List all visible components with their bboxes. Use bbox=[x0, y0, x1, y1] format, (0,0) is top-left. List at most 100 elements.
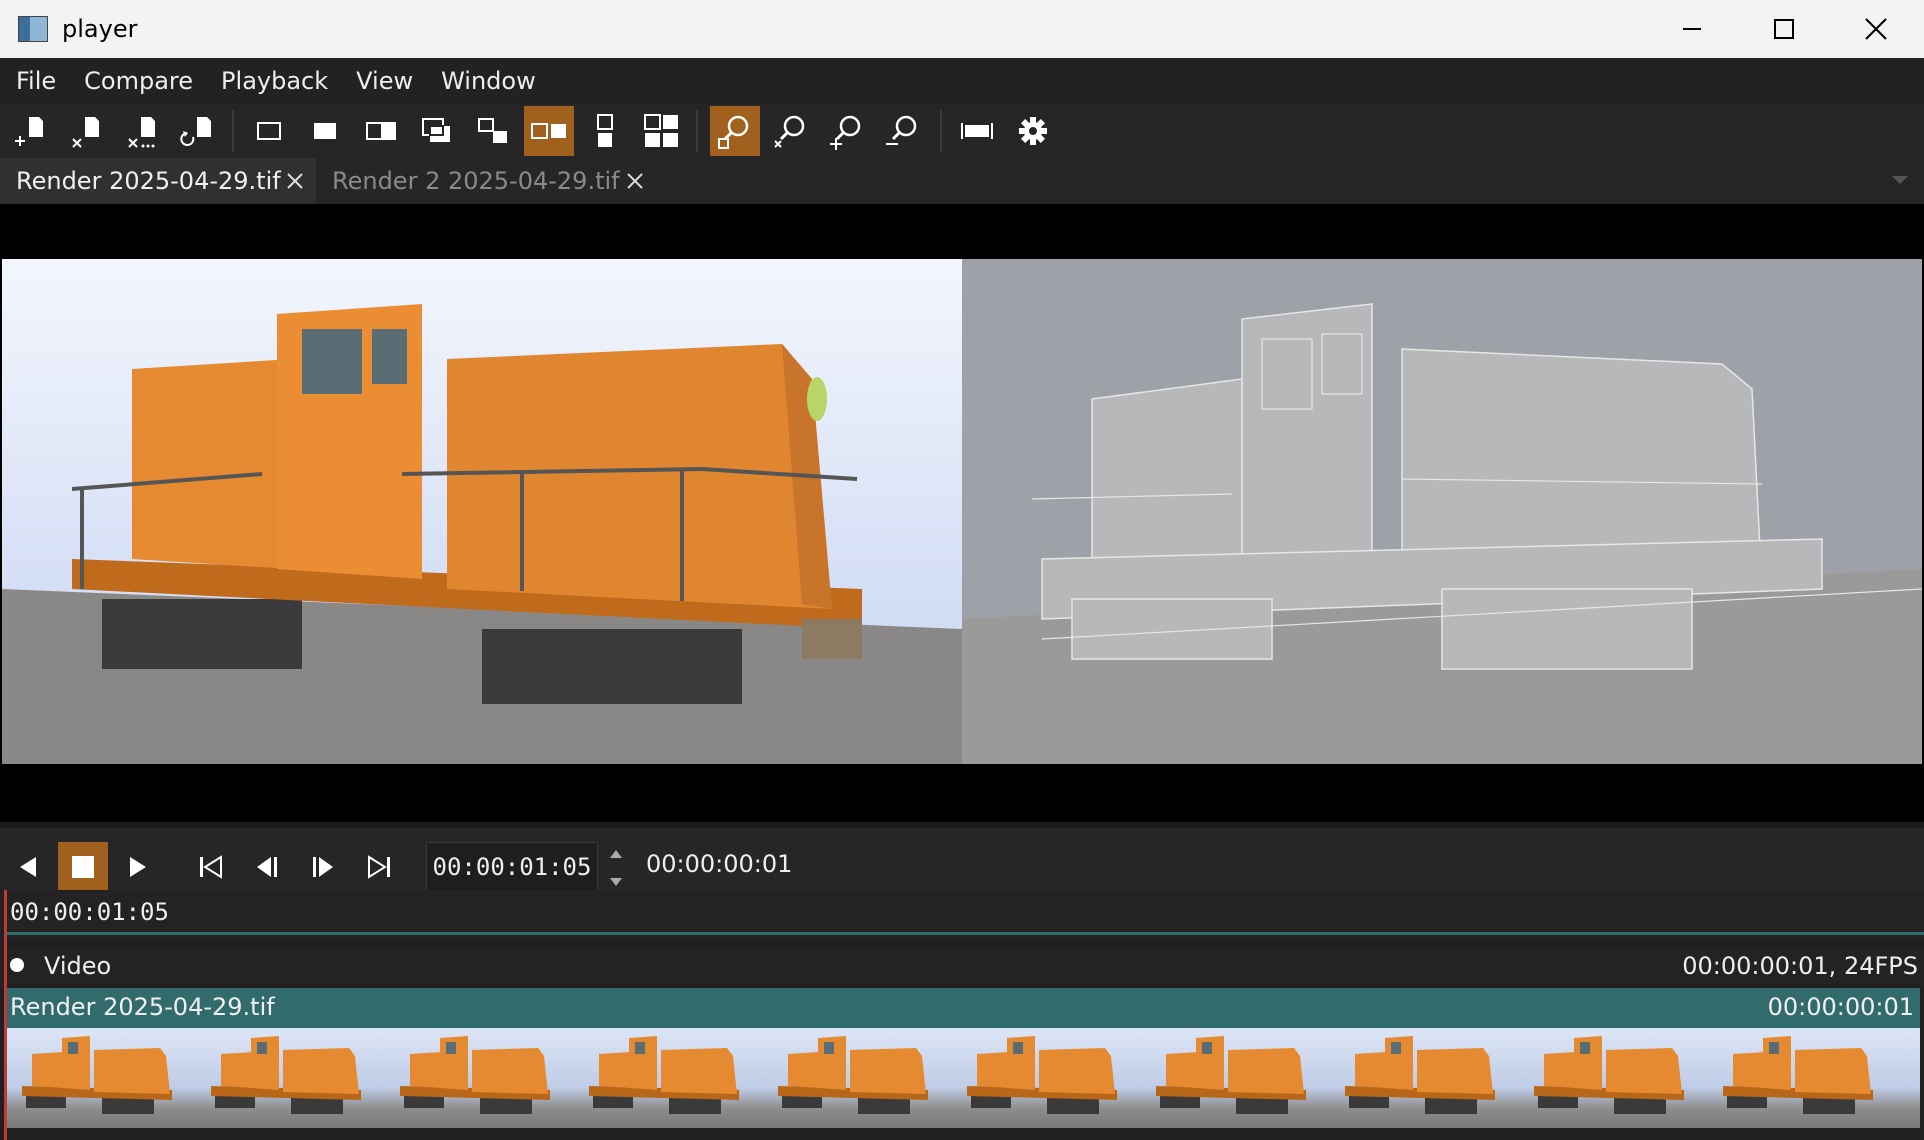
compare-b-icon bbox=[314, 123, 336, 139]
compare-tile-button[interactable] bbox=[636, 106, 686, 156]
clip-thumbnail bbox=[1146, 1028, 1335, 1128]
play-reverse-icon bbox=[20, 857, 36, 877]
timeline-panel[interactable]: 00:00:01:05 Video 00:00:00:01, 24FPS Ren… bbox=[0, 890, 1924, 1140]
toolbar-separator bbox=[696, 110, 698, 152]
zoom-out-icon bbox=[886, 115, 917, 145]
track-name: Video bbox=[44, 952, 112, 980]
clip-duration: 00:00:00:01 bbox=[1767, 993, 1914, 1021]
zoom-in-icon bbox=[830, 115, 861, 150]
app-icon bbox=[18, 16, 48, 42]
next-frame-button[interactable] bbox=[298, 842, 348, 892]
frame-view-button[interactable] bbox=[710, 106, 760, 156]
tab-close-button[interactable] bbox=[280, 166, 310, 196]
zoom-reset-icon bbox=[774, 115, 805, 148]
timeline-icon bbox=[961, 123, 993, 139]
reload-button[interactable] bbox=[172, 106, 222, 156]
title-bar: player bbox=[0, 0, 1924, 58]
clip-thumbnail bbox=[957, 1028, 1146, 1128]
viewer-panel-b bbox=[962, 259, 1922, 764]
ruler-line bbox=[4, 932, 1924, 935]
stepper-arrows-icon bbox=[610, 850, 622, 886]
toolbar bbox=[0, 104, 1924, 159]
tab-bar: Render 2025-04-29.tif Render 2 2025-04-2… bbox=[0, 158, 1924, 205]
menu-view[interactable]: View bbox=[342, 67, 427, 95]
zoom-reset-button[interactable] bbox=[766, 106, 816, 156]
locomotive-wireframe-image bbox=[962, 259, 1922, 764]
menu-compare[interactable]: Compare bbox=[70, 67, 207, 95]
go-to-end-button[interactable] bbox=[354, 842, 404, 892]
current-time-input[interactable]: 00:00:01:05 bbox=[426, 842, 598, 892]
timeline-clip[interactable]: Render 2025-04-29.tif 00:00:00:01 bbox=[4, 988, 1920, 1028]
open-file-button[interactable] bbox=[4, 106, 54, 156]
close-file-button[interactable] bbox=[60, 106, 110, 156]
tab-close-button[interactable] bbox=[620, 166, 650, 196]
menu-window[interactable]: Window bbox=[427, 67, 550, 95]
track-enabled-toggle[interactable] bbox=[10, 958, 24, 972]
window-title: player bbox=[62, 15, 138, 43]
go-to-start-button[interactable] bbox=[186, 842, 236, 892]
clip-thumbnail bbox=[201, 1028, 390, 1128]
compare-vertical-button[interactable] bbox=[580, 106, 630, 156]
close-file-icon bbox=[72, 117, 99, 148]
compare-a-button[interactable] bbox=[244, 106, 294, 156]
compare-horizontal-icon bbox=[531, 123, 566, 139]
clip-thumbnail bbox=[12, 1028, 201, 1128]
track-info: 00:00:00:01, 24FPS bbox=[1682, 952, 1918, 980]
clip-thumbnails bbox=[4, 1028, 1920, 1128]
chevron-down-icon bbox=[1892, 176, 1908, 184]
close-all-button[interactable] bbox=[116, 106, 166, 156]
maximize-button[interactable] bbox=[1738, 0, 1830, 58]
play-reverse-button[interactable] bbox=[4, 842, 54, 892]
locomotive-render-image bbox=[2, 259, 962, 764]
menu-file[interactable]: File bbox=[0, 67, 70, 95]
play-forward-button[interactable] bbox=[112, 842, 162, 892]
reload-icon bbox=[180, 117, 211, 146]
tab-render[interactable]: Render 2025-04-29.tif bbox=[0, 158, 316, 204]
playhead[interactable] bbox=[4, 890, 7, 1140]
compare-overlay-button[interactable] bbox=[412, 106, 462, 156]
stop-icon bbox=[72, 856, 94, 878]
close-icon bbox=[287, 173, 303, 189]
compare-b-button[interactable] bbox=[300, 106, 350, 156]
compare-wipe-icon bbox=[366, 122, 396, 140]
close-window-button[interactable] bbox=[1830, 0, 1922, 58]
close-icon bbox=[627, 173, 643, 189]
zoom-out-button[interactable] bbox=[878, 106, 928, 156]
toolbar-separator bbox=[232, 110, 234, 152]
settings-button[interactable] bbox=[1008, 106, 1058, 156]
compare-overlay-icon bbox=[422, 118, 450, 142]
viewer-panel-a bbox=[2, 259, 962, 764]
frame-back-icon bbox=[257, 857, 277, 877]
clip-thumbnail bbox=[390, 1028, 579, 1128]
timeline-toggle-button[interactable] bbox=[952, 106, 1002, 156]
track-header: Video 00:00:00:01, 24FPS bbox=[0, 946, 1924, 986]
transport-bar: 00:00:01:05 00:00:00:01 bbox=[0, 822, 1924, 892]
previous-frame-button[interactable] bbox=[242, 842, 292, 892]
minimize-button[interactable] bbox=[1646, 0, 1738, 58]
menu-playback[interactable]: Playback bbox=[207, 67, 342, 95]
clip-thumbnail bbox=[579, 1028, 768, 1128]
clip-thumbnail bbox=[1713, 1028, 1902, 1128]
clip-thumbnail bbox=[1335, 1028, 1524, 1128]
close-all-icon bbox=[128, 117, 155, 148]
compare-wipe-button[interactable] bbox=[356, 106, 406, 156]
frame-view-icon bbox=[718, 115, 749, 149]
open-file-icon bbox=[15, 117, 43, 146]
tab-list-button[interactable] bbox=[1890, 172, 1910, 192]
compare-tile-icon bbox=[644, 114, 678, 147]
zoom-in-button[interactable] bbox=[822, 106, 872, 156]
tab-label: Render 2025-04-29.tif bbox=[16, 167, 281, 195]
frame-forward-icon bbox=[313, 857, 333, 877]
compare-difference-button[interactable] bbox=[468, 106, 518, 156]
stop-button[interactable] bbox=[58, 842, 108, 892]
tab-render-2[interactable]: Render 2 2025-04-29.tif bbox=[318, 158, 658, 204]
close-icon bbox=[1865, 18, 1887, 40]
duration-display: 00:00:00:01 bbox=[646, 850, 793, 878]
skip-end-icon bbox=[368, 855, 390, 879]
image-viewer[interactable] bbox=[0, 204, 1924, 822]
time-ruler[interactable]: 00:00:01:05 bbox=[0, 890, 1924, 940]
time-stepper[interactable] bbox=[606, 846, 626, 890]
compare-difference-icon bbox=[478, 118, 507, 143]
compare-horizontal-button[interactable] bbox=[524, 106, 574, 156]
play-forward-icon bbox=[130, 857, 146, 877]
